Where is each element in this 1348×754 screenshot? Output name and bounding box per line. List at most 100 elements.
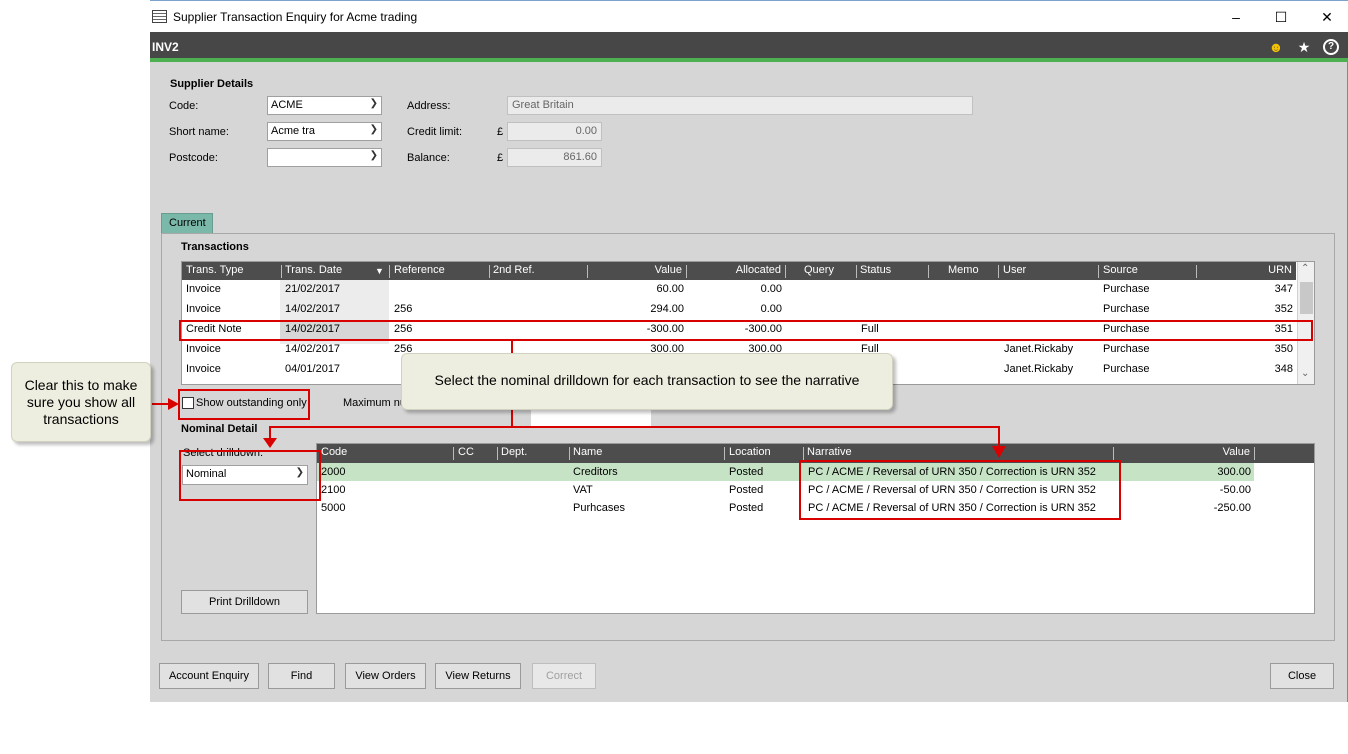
col-code[interactable]: Code [321, 446, 347, 458]
annotation-selected-row-highlight [179, 320, 1313, 341]
help-icon[interactable]: ? [1323, 39, 1339, 55]
find-button[interactable]: Find [268, 663, 335, 689]
col-trans-type[interactable]: Trans. Type [186, 264, 243, 276]
col-memo[interactable]: Memo [948, 264, 979, 276]
cell-type: Invoice [186, 363, 221, 375]
callout-clear-outstanding: Clear this to make sure you show all tra… [11, 362, 151, 442]
credit-limit-field: 0.00 [507, 122, 602, 141]
col-urn[interactable]: URN [1242, 264, 1292, 276]
cell-reference: 256 [394, 303, 413, 315]
code-combobox[interactable]: ACME ❯ [267, 96, 382, 115]
cell-user: Janet.Rickaby [1004, 343, 1074, 355]
view-orders-button[interactable]: View Orders [345, 663, 426, 689]
cell-urn: 350 [1274, 343, 1293, 355]
cell-allocated: 0.00 [760, 303, 782, 315]
column-separator [803, 447, 804, 460]
column-separator [489, 265, 490, 278]
cell-type: Invoice [186, 343, 221, 355]
cell-type: Invoice [186, 283, 221, 295]
cell-source: Purchase [1103, 363, 1150, 375]
cell-date: 14/02/2017 [285, 303, 341, 315]
cell-date: 04/01/2017 [285, 363, 341, 375]
cell-value: -250.00 [1213, 502, 1251, 514]
print-drilldown-button[interactable]: Print Drilldown [181, 590, 308, 614]
col-second-ref[interactable]: 2nd Ref. [493, 264, 535, 276]
col-status[interactable]: Status [860, 264, 891, 276]
cell-code: 5000 [321, 502, 346, 514]
annotation-drilldown-highlight [179, 450, 321, 501]
chevron-down-icon: ❯ [369, 124, 378, 135]
cell-type: Invoice [186, 303, 221, 315]
postcode-combobox[interactable]: ❯ [267, 148, 382, 167]
balance-currency: £ [497, 152, 504, 164]
column-separator [1196, 265, 1197, 278]
cell-value: -50.00 [1219, 484, 1251, 496]
annotation-arrowhead [168, 398, 179, 410]
col-value[interactable]: Value [1197, 446, 1250, 458]
col-name[interactable]: Name [573, 446, 602, 458]
nominal-detail-title: Nominal Detail [181, 423, 258, 435]
column-separator [453, 447, 454, 460]
scroll-down-icon[interactable]: ⌄ [1301, 368, 1309, 379]
cell-source: Purchase [1103, 303, 1150, 315]
cell-user: Janet.Rickaby [1004, 363, 1074, 375]
smiley-icon[interactable]: ☻ [1268, 39, 1284, 55]
cell-urn: 347 [1274, 283, 1293, 295]
screen-code: INV2 [152, 40, 179, 54]
tab-current[interactable]: Current [161, 213, 213, 234]
account-enquiry-button[interactable]: Account Enquiry [159, 663, 259, 689]
cell-value: 60.00 [656, 283, 684, 295]
close-button[interactable]: Close [1270, 663, 1334, 689]
cell-source: Purchase [1103, 343, 1150, 355]
cell-allocated: 0.00 [760, 283, 782, 295]
screen-header-bar: INV2 ☻ ★ ? [150, 32, 1348, 62]
col-source[interactable]: Source [1103, 264, 1138, 276]
supplier-enquiry-window: Supplier Transaction Enquiry for Acme tr… [150, 0, 1348, 702]
col-allocated[interactable]: Allocated [690, 264, 781, 276]
col-user[interactable]: User [1003, 264, 1026, 276]
scroll-thumb[interactable] [1300, 282, 1313, 314]
column-separator [569, 447, 570, 460]
scroll-up-icon[interactable]: ⌃ [1301, 263, 1309, 274]
col-narrative[interactable]: Narrative [807, 446, 852, 458]
view-returns-button[interactable]: View Returns [435, 663, 521, 689]
col-dept[interactable]: Dept. [501, 446, 527, 458]
annotation-outstanding-highlight [178, 389, 310, 420]
column-separator [587, 265, 588, 278]
balance-label: Balance: [407, 152, 450, 164]
balance-field: 861.60 [507, 148, 602, 167]
table-row[interactable]: Invoice 14/02/2017 256 294.00 0.00 Purch… [182, 303, 1296, 321]
callout-left-text: Clear this to make sure you show all tra… [24, 377, 138, 427]
transactions-title: Transactions [181, 241, 249, 253]
address-field: Great Britain [507, 96, 973, 115]
annotation-arrowhead [992, 446, 1006, 458]
short-name-value: Acme tra [271, 125, 316, 137]
col-query[interactable]: Query [804, 264, 834, 276]
cell-urn: 352 [1274, 303, 1293, 315]
cell-urn: 348 [1274, 363, 1293, 375]
col-reference[interactable]: Reference [394, 264, 445, 276]
title-bar: Supplier Transaction Enquiry for Acme tr… [150, 0, 1348, 32]
col-value[interactable]: Value [592, 264, 682, 276]
address-label: Address: [407, 100, 451, 112]
short-name-combobox[interactable]: Acme tra ❯ [267, 122, 382, 141]
close-window-button[interactable]: ✕ [1317, 7, 1337, 27]
chevron-down-icon: ❯ [369, 98, 378, 109]
short-name-label: Short name: [169, 126, 229, 138]
table-row[interactable]: Invoice 21/02/2017 60.00 0.00 Purchase 3… [182, 283, 1296, 301]
correct-button[interactable]: Correct [532, 663, 596, 689]
col-location[interactable]: Location [729, 446, 771, 458]
cell-name: VAT [573, 484, 593, 496]
cell-name: Creditors [573, 466, 618, 478]
annotation-arrowhead [263, 438, 277, 448]
credit-limit-label: Credit limit: [407, 126, 463, 138]
supplier-details-title: Supplier Details [170, 78, 254, 90]
minimize-button[interactable]: – [1226, 7, 1246, 27]
col-trans-date[interactable]: Trans. Date [285, 264, 342, 276]
cell-date: 21/02/2017 [285, 283, 341, 295]
column-separator [389, 265, 390, 278]
cell-location: Posted [729, 466, 764, 478]
maximize-button[interactable]: ☐ [1271, 7, 1291, 27]
star-icon[interactable]: ★ [1296, 39, 1312, 55]
col-cc[interactable]: CC [458, 446, 474, 458]
